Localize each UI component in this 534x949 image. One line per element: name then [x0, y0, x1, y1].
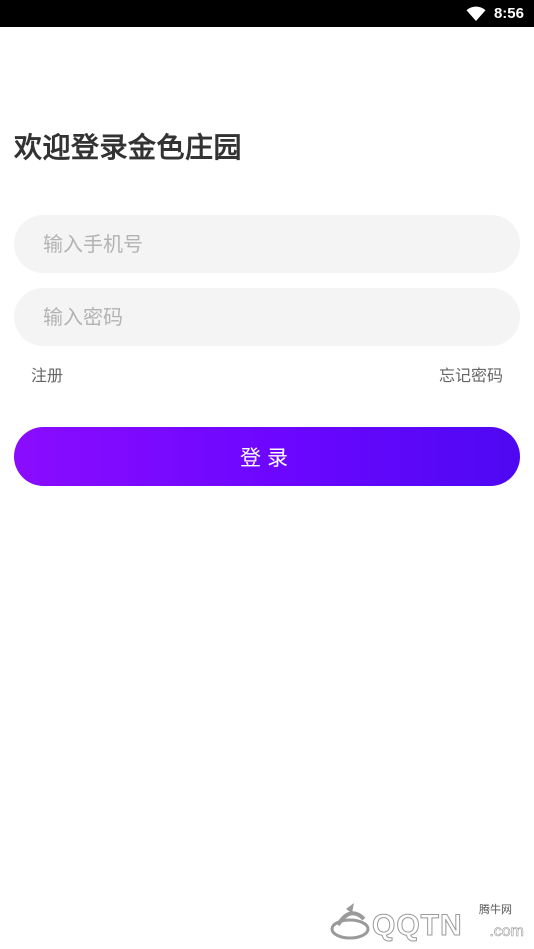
watermark-brand: QQTN	[372, 909, 463, 943]
password-input[interactable]	[14, 288, 520, 346]
watermark-cn-text: 腾牛网	[477, 901, 514, 917]
page-title: 欢迎登录金色庄园	[14, 131, 243, 164]
status-time: 8:56	[493, 5, 524, 22]
watermark-logo-icon	[330, 903, 370, 940]
login-button[interactable]: 登录	[14, 427, 520, 486]
phone-input[interactable]	[14, 215, 520, 273]
watermark-suffix: .com	[489, 923, 524, 941]
status-indicators: 8:56	[466, 0, 524, 27]
forgot-password-link[interactable]: 忘记密码	[439, 362, 503, 386]
password-field-container	[14, 288, 520, 346]
watermark: QQTN .com 腾牛网	[328, 895, 528, 945]
register-link[interactable]: 注册	[31, 362, 63, 386]
wifi-icon	[466, 6, 486, 22]
phone-field-container	[14, 215, 520, 273]
status-bar: 8:56	[0, 0, 534, 27]
